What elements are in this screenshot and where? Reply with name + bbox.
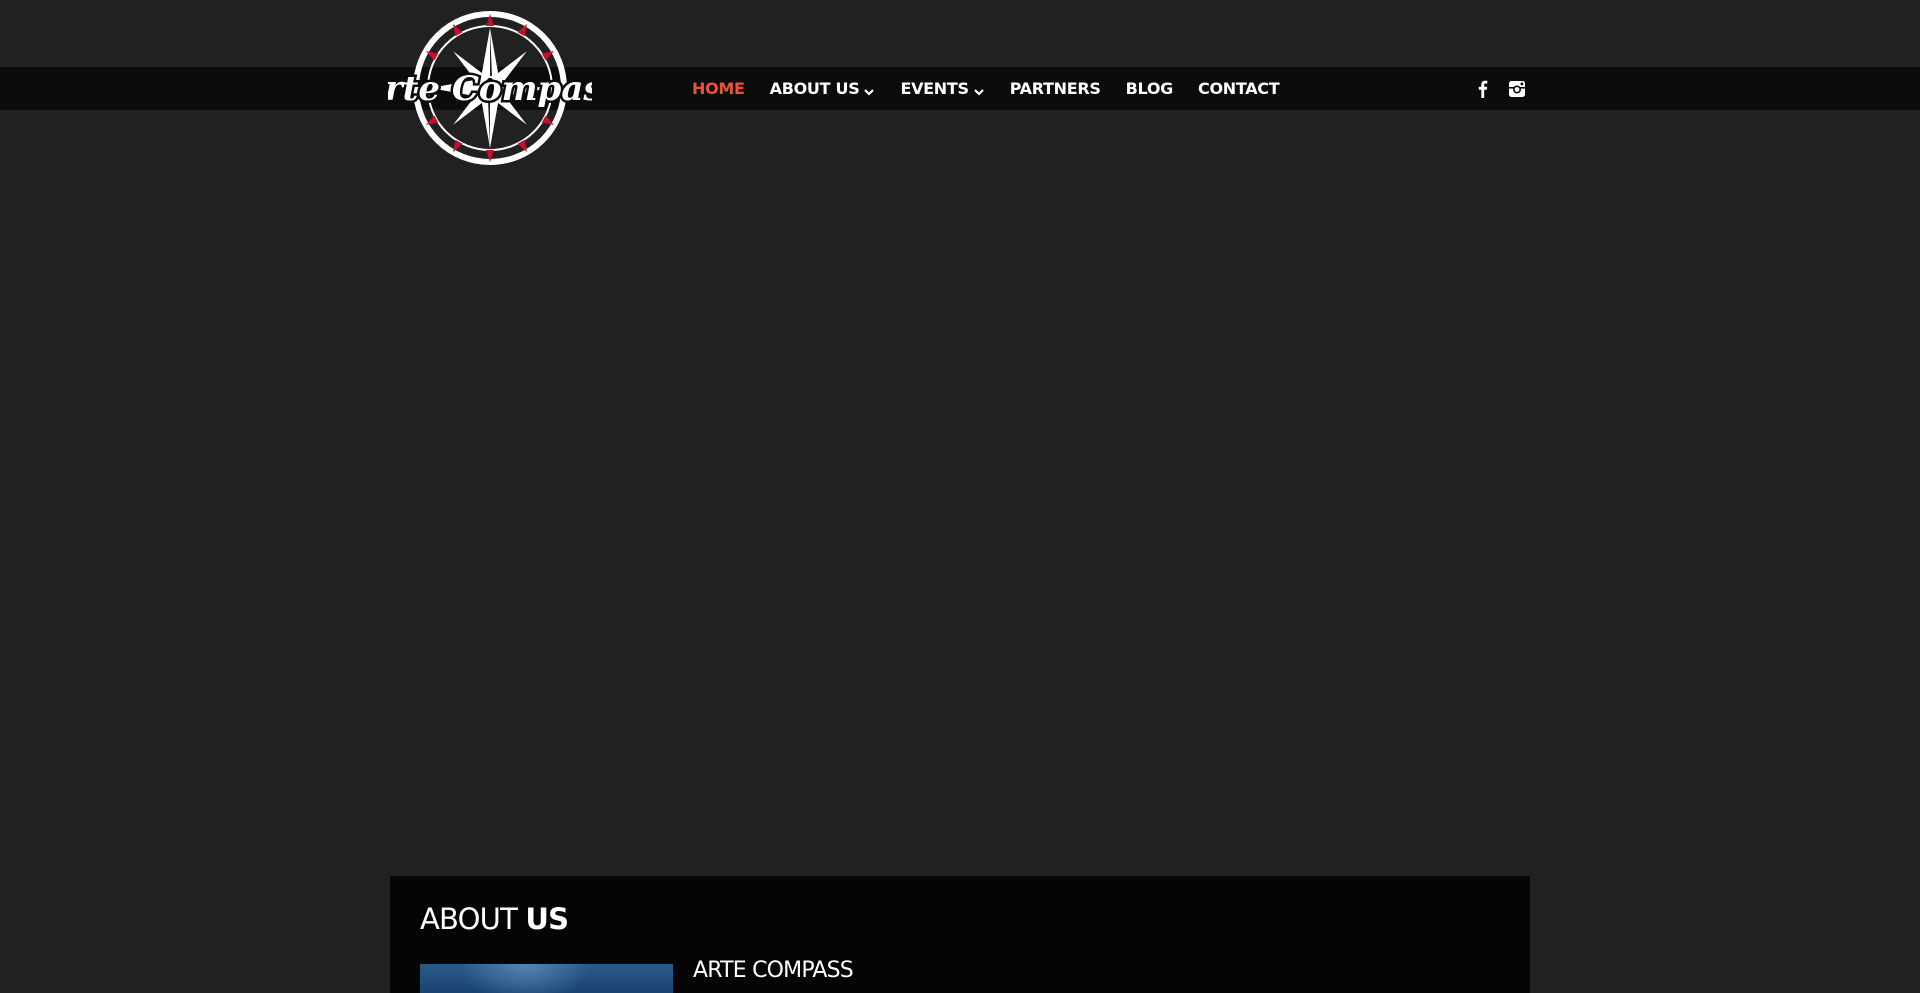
about-heading-bold: US [525, 902, 569, 936]
compass-logo-graphic: Arte Compass [388, 11, 592, 165]
social-links [1473, 67, 1527, 110]
instagram-icon[interactable] [1507, 79, 1527, 99]
nav-item-label: HOME [692, 79, 745, 98]
hero-section [0, 110, 1920, 876]
about-heading-light: ABOUT [420, 902, 518, 936]
nav-item-label: EVENTS [900, 79, 969, 98]
about-heading: ABOUT US [420, 902, 569, 936]
nav-item-blog[interactable]: BLOG [1125, 79, 1174, 98]
about-image [420, 964, 673, 993]
nav-item-events[interactable]: EVENTS [900, 79, 984, 98]
about-subtitle: ARTE COMPASS [693, 958, 854, 983]
nav-item-contact[interactable]: CONTACT [1198, 79, 1280, 98]
nav-item-label: CONTACT [1198, 79, 1280, 98]
about-section: ABOUT US ARTE COMPASS [390, 876, 1530, 993]
facebook-icon[interactable] [1473, 79, 1493, 99]
main-navigation: HOME ABOUT US EVENTS PARTNERS BLOG CONTA… [692, 67, 1280, 110]
chevron-down-icon [973, 83, 985, 96]
nav-item-partners[interactable]: PARTNERS [1010, 79, 1101, 98]
chevron-down-icon [863, 83, 875, 96]
nav-item-label: PARTNERS [1009, 79, 1101, 98]
logo-wordmark: Arte Compass [388, 69, 592, 109]
page: Arte Compass HOME ABOUT US EVENTS PARTNE… [0, 0, 1920, 993]
nav-item-label: ABOUT US [769, 79, 860, 98]
nav-item-about-us[interactable]: ABOUT US [770, 79, 876, 98]
nav-item-label: BLOG [1125, 79, 1174, 98]
nav-item-home[interactable]: HOME [692, 79, 745, 98]
site-logo[interactable]: Arte Compass [388, 8, 592, 168]
